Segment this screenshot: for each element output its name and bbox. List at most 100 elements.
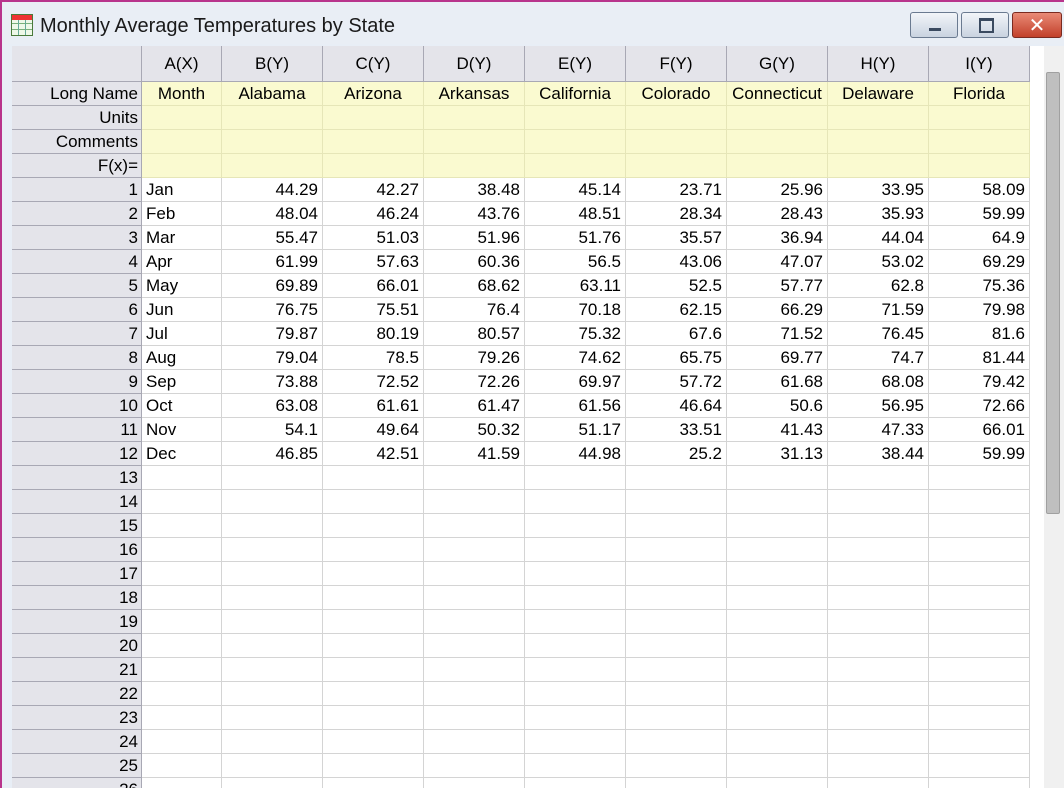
data-cell[interactable] (142, 730, 222, 754)
row-number[interactable]: 22 (12, 682, 142, 706)
data-cell[interactable] (929, 586, 1030, 610)
data-cell[interactable] (222, 730, 323, 754)
data-cell[interactable]: 69.77 (727, 346, 828, 370)
data-cell[interactable] (142, 658, 222, 682)
meta-cell[interactable] (424, 154, 525, 178)
column-header[interactable]: E(Y) (525, 46, 626, 82)
data-cell[interactable] (222, 778, 323, 788)
data-cell[interactable] (828, 706, 929, 730)
data-cell[interactable]: 46.85 (222, 442, 323, 466)
row-number[interactable]: 7 (12, 322, 142, 346)
data-cell[interactable] (727, 586, 828, 610)
data-cell[interactable] (424, 538, 525, 562)
data-cell[interactable]: 57.72 (626, 370, 727, 394)
data-cell[interactable] (525, 562, 626, 586)
scrollbar-thumb[interactable] (1046, 72, 1060, 514)
data-cell[interactable]: 41.43 (727, 418, 828, 442)
row-number[interactable]: 4 (12, 250, 142, 274)
row-number[interactable]: 14 (12, 490, 142, 514)
data-cell[interactable] (727, 538, 828, 562)
meta-row-label[interactable]: Units (12, 106, 142, 130)
data-cell[interactable]: 51.96 (424, 226, 525, 250)
data-cell[interactable]: 66.29 (727, 298, 828, 322)
meta-cell[interactable] (828, 130, 929, 154)
data-cell[interactable] (929, 562, 1030, 586)
meta-cell[interactable]: Delaware (828, 82, 929, 106)
data-cell[interactable] (525, 586, 626, 610)
data-cell[interactable] (323, 658, 424, 682)
data-cell[interactable]: 49.64 (323, 418, 424, 442)
data-cell[interactable] (929, 514, 1030, 538)
data-cell[interactable]: 54.1 (222, 418, 323, 442)
data-cell[interactable]: 63.08 (222, 394, 323, 418)
data-cell[interactable]: 65.75 (626, 346, 727, 370)
data-cell[interactable] (626, 778, 727, 788)
data-cell[interactable]: 42.27 (323, 178, 424, 202)
data-cell[interactable] (323, 610, 424, 634)
data-cell[interactable]: 58.09 (929, 178, 1030, 202)
meta-cell[interactable] (142, 130, 222, 154)
data-cell[interactable]: 47.07 (727, 250, 828, 274)
data-cell[interactable]: 64.9 (929, 226, 1030, 250)
data-cell[interactable] (525, 706, 626, 730)
data-cell[interactable] (929, 730, 1030, 754)
data-cell[interactable] (222, 610, 323, 634)
data-cell[interactable] (142, 514, 222, 538)
meta-cell[interactable] (929, 154, 1030, 178)
data-cell[interactable]: 76.75 (222, 298, 323, 322)
data-cell[interactable] (424, 610, 525, 634)
data-cell[interactable]: 50.32 (424, 418, 525, 442)
meta-cell[interactable] (929, 106, 1030, 130)
row-number[interactable]: 3 (12, 226, 142, 250)
data-cell[interactable]: 42.51 (323, 442, 424, 466)
worksheet-grid[interactable]: A(X) B(Y) C(Y) D(Y) E(Y) F(Y) G(Y) H(Y) I(Y) Long… (12, 46, 1044, 788)
data-cell[interactable]: 67.6 (626, 322, 727, 346)
data-cell[interactable] (424, 682, 525, 706)
data-cell[interactable]: 76.45 (828, 322, 929, 346)
data-cell[interactable] (142, 610, 222, 634)
data-cell[interactable] (222, 514, 323, 538)
meta-cell[interactable] (142, 106, 222, 130)
row-number[interactable]: 25 (12, 754, 142, 778)
data-cell[interactable] (323, 754, 424, 778)
data-cell[interactable] (929, 706, 1030, 730)
data-cell[interactable]: 36.94 (727, 226, 828, 250)
data-cell[interactable] (424, 634, 525, 658)
data-cell[interactable]: 56.5 (525, 250, 626, 274)
data-cell[interactable] (222, 586, 323, 610)
meta-row-label[interactable]: Long Name (12, 82, 142, 106)
data-cell[interactable]: 69.89 (222, 274, 323, 298)
data-cell[interactable] (828, 634, 929, 658)
data-cell[interactable] (323, 586, 424, 610)
data-cell[interactable]: 59.99 (929, 442, 1030, 466)
row-number[interactable]: 24 (12, 730, 142, 754)
meta-cell[interactable] (323, 106, 424, 130)
row-number[interactable]: 6 (12, 298, 142, 322)
meta-cell[interactable] (626, 154, 727, 178)
data-cell[interactable] (323, 730, 424, 754)
data-cell[interactable]: 50.6 (727, 394, 828, 418)
data-cell[interactable] (727, 562, 828, 586)
data-cell[interactable] (626, 634, 727, 658)
data-cell[interactable]: 28.43 (727, 202, 828, 226)
data-cell[interactable] (929, 610, 1030, 634)
data-cell[interactable] (525, 634, 626, 658)
data-cell[interactable] (929, 754, 1030, 778)
data-cell[interactable] (727, 610, 828, 634)
data-cell[interactable] (424, 466, 525, 490)
column-header[interactable]: D(Y) (424, 46, 525, 82)
data-cell[interactable] (626, 562, 727, 586)
data-cell[interactable] (424, 754, 525, 778)
data-cell[interactable]: 66.01 (929, 418, 1030, 442)
data-cell[interactable]: May (142, 274, 222, 298)
data-cell[interactable] (222, 562, 323, 586)
row-number[interactable]: 12 (12, 442, 142, 466)
data-cell[interactable] (525, 682, 626, 706)
column-header[interactable]: A(X) (142, 46, 222, 82)
data-cell[interactable]: 45.14 (525, 178, 626, 202)
data-cell[interactable]: 47.33 (828, 418, 929, 442)
data-cell[interactable] (424, 586, 525, 610)
data-cell[interactable]: 75.32 (525, 322, 626, 346)
data-cell[interactable] (525, 754, 626, 778)
data-cell[interactable] (323, 562, 424, 586)
